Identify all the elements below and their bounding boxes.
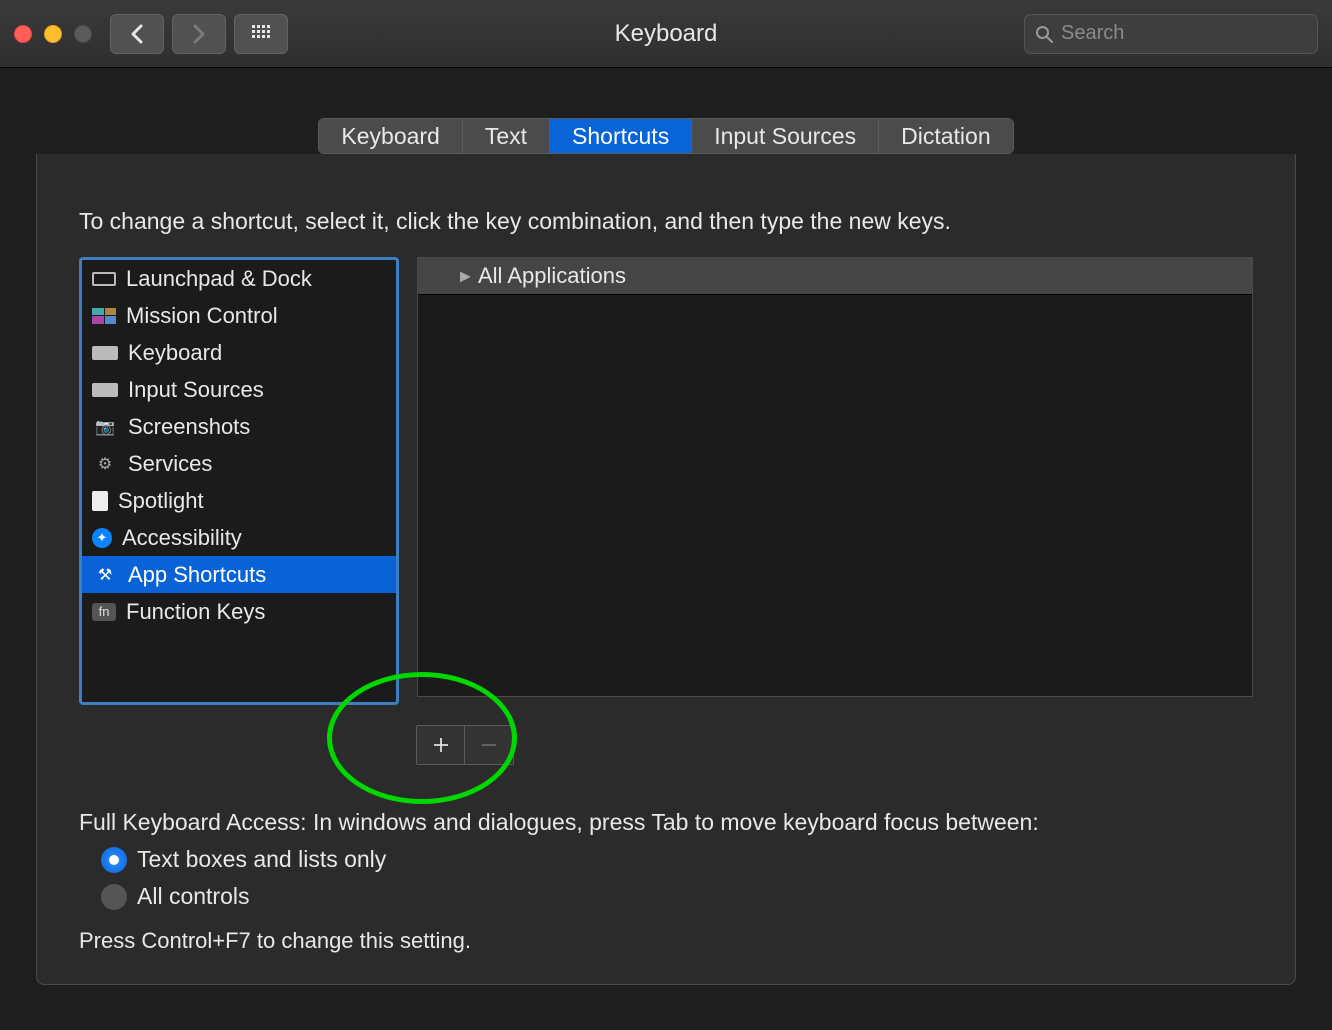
category-label: Mission Control: [126, 303, 278, 329]
shortcut-group-label: All Applications: [478, 263, 626, 289]
plus-icon: [432, 736, 450, 754]
keyboard-hint: Press Control+F7 to change this setting.: [79, 928, 1253, 954]
category-list[interactable]: Launchpad & Dock Mission Control Keyboard I…: [79, 257, 399, 705]
show-all-button[interactable]: [234, 14, 288, 54]
shortcut-pane[interactable]: ▶ All Applications: [417, 257, 1253, 697]
traffic-lights: [14, 25, 92, 43]
accessibility-icon: ✦: [92, 528, 112, 548]
search-field-wrap[interactable]: [1024, 14, 1318, 54]
category-function-keys[interactable]: fn Function Keys: [82, 593, 396, 630]
mission-control-icon: [92, 308, 116, 324]
disclosure-triangle-icon[interactable]: ▶: [460, 268, 471, 285]
category-label: Launchpad & Dock: [126, 266, 312, 292]
spotlight-icon: [92, 491, 108, 511]
gear-icon: ⚙: [92, 455, 118, 473]
category-label: Screenshots: [128, 414, 250, 440]
category-label: Services: [128, 451, 212, 477]
category-keyboard[interactable]: Keyboard: [82, 334, 396, 371]
shortcuts-content: To change a shortcut, select it, click t…: [36, 154, 1296, 985]
forward-button[interactable]: [172, 14, 226, 54]
tab-text[interactable]: Text: [463, 119, 550, 153]
back-button[interactable]: [110, 14, 164, 54]
full-keyboard-heading: Full Keyboard Access: In windows and dia…: [79, 809, 1253, 836]
category-input-sources[interactable]: Input Sources: [82, 371, 396, 408]
radio-icon: [101, 884, 127, 910]
app-icon: ⚒: [92, 566, 118, 584]
category-label: Function Keys: [126, 599, 265, 625]
keyboard-icon: [92, 383, 118, 397]
category-spotlight[interactable]: Spotlight: [82, 482, 396, 519]
window-title: Keyboard: [615, 20, 718, 48]
titlebar: Keyboard: [0, 0, 1332, 68]
category-services[interactable]: ⚙ Services: [82, 445, 396, 482]
category-screenshots[interactable]: 📷 Screenshots: [82, 408, 396, 445]
radio-label: Text boxes and lists only: [137, 846, 386, 873]
radio-text-boxes[interactable]: Text boxes and lists only: [101, 846, 1253, 873]
launchpad-icon: [92, 272, 116, 286]
category-accessibility[interactable]: ✦ Accessibility: [82, 519, 396, 556]
camera-icon: 📷: [92, 418, 118, 436]
close-window-button[interactable]: [14, 25, 32, 43]
radio-label: All controls: [137, 883, 249, 910]
grid-icon: [252, 25, 270, 43]
category-mission-control[interactable]: Mission Control: [82, 297, 396, 334]
fn-icon: fn: [92, 603, 116, 621]
shortcut-group-row[interactable]: ▶ All Applications: [418, 258, 1252, 295]
category-label: Input Sources: [128, 377, 264, 403]
category-label: Keyboard: [128, 340, 222, 366]
tab-dictation[interactable]: Dictation: [879, 119, 1012, 153]
search-icon: [1035, 25, 1053, 43]
tab-shortcuts[interactable]: Shortcuts: [550, 119, 692, 153]
instruction-text: To change a shortcut, select it, click t…: [79, 208, 1253, 235]
minimize-window-button[interactable]: [44, 25, 62, 43]
chevron-right-icon: [192, 24, 206, 44]
radio-icon: [101, 847, 127, 873]
minus-icon: [480, 736, 498, 754]
search-input[interactable]: [1061, 22, 1326, 45]
pref-panel: KeyboardTextShortcutsInput SourcesDictat…: [0, 68, 1332, 985]
chevron-left-icon: [130, 24, 144, 44]
add-remove-buttons: [416, 725, 514, 765]
remove-button[interactable]: [465, 726, 513, 764]
tab-strip: KeyboardTextShortcutsInput SourcesDictat…: [36, 118, 1296, 154]
category-app-shortcuts[interactable]: ⚒ App Shortcuts: [82, 556, 396, 593]
category-label: App Shortcuts: [128, 562, 266, 588]
radio-all-controls[interactable]: All controls: [101, 883, 1253, 910]
category-launchpad-dock[interactable]: Launchpad & Dock: [82, 260, 396, 297]
keyboard-icon: [92, 346, 118, 360]
tab-input-sources[interactable]: Input Sources: [692, 119, 879, 153]
tab-keyboard[interactable]: Keyboard: [319, 119, 462, 153]
zoom-window-button[interactable]: [74, 25, 92, 43]
category-label: Spotlight: [118, 488, 204, 514]
add-button[interactable]: [417, 726, 465, 764]
nav-buttons: [110, 14, 288, 54]
category-label: Accessibility: [122, 525, 242, 551]
